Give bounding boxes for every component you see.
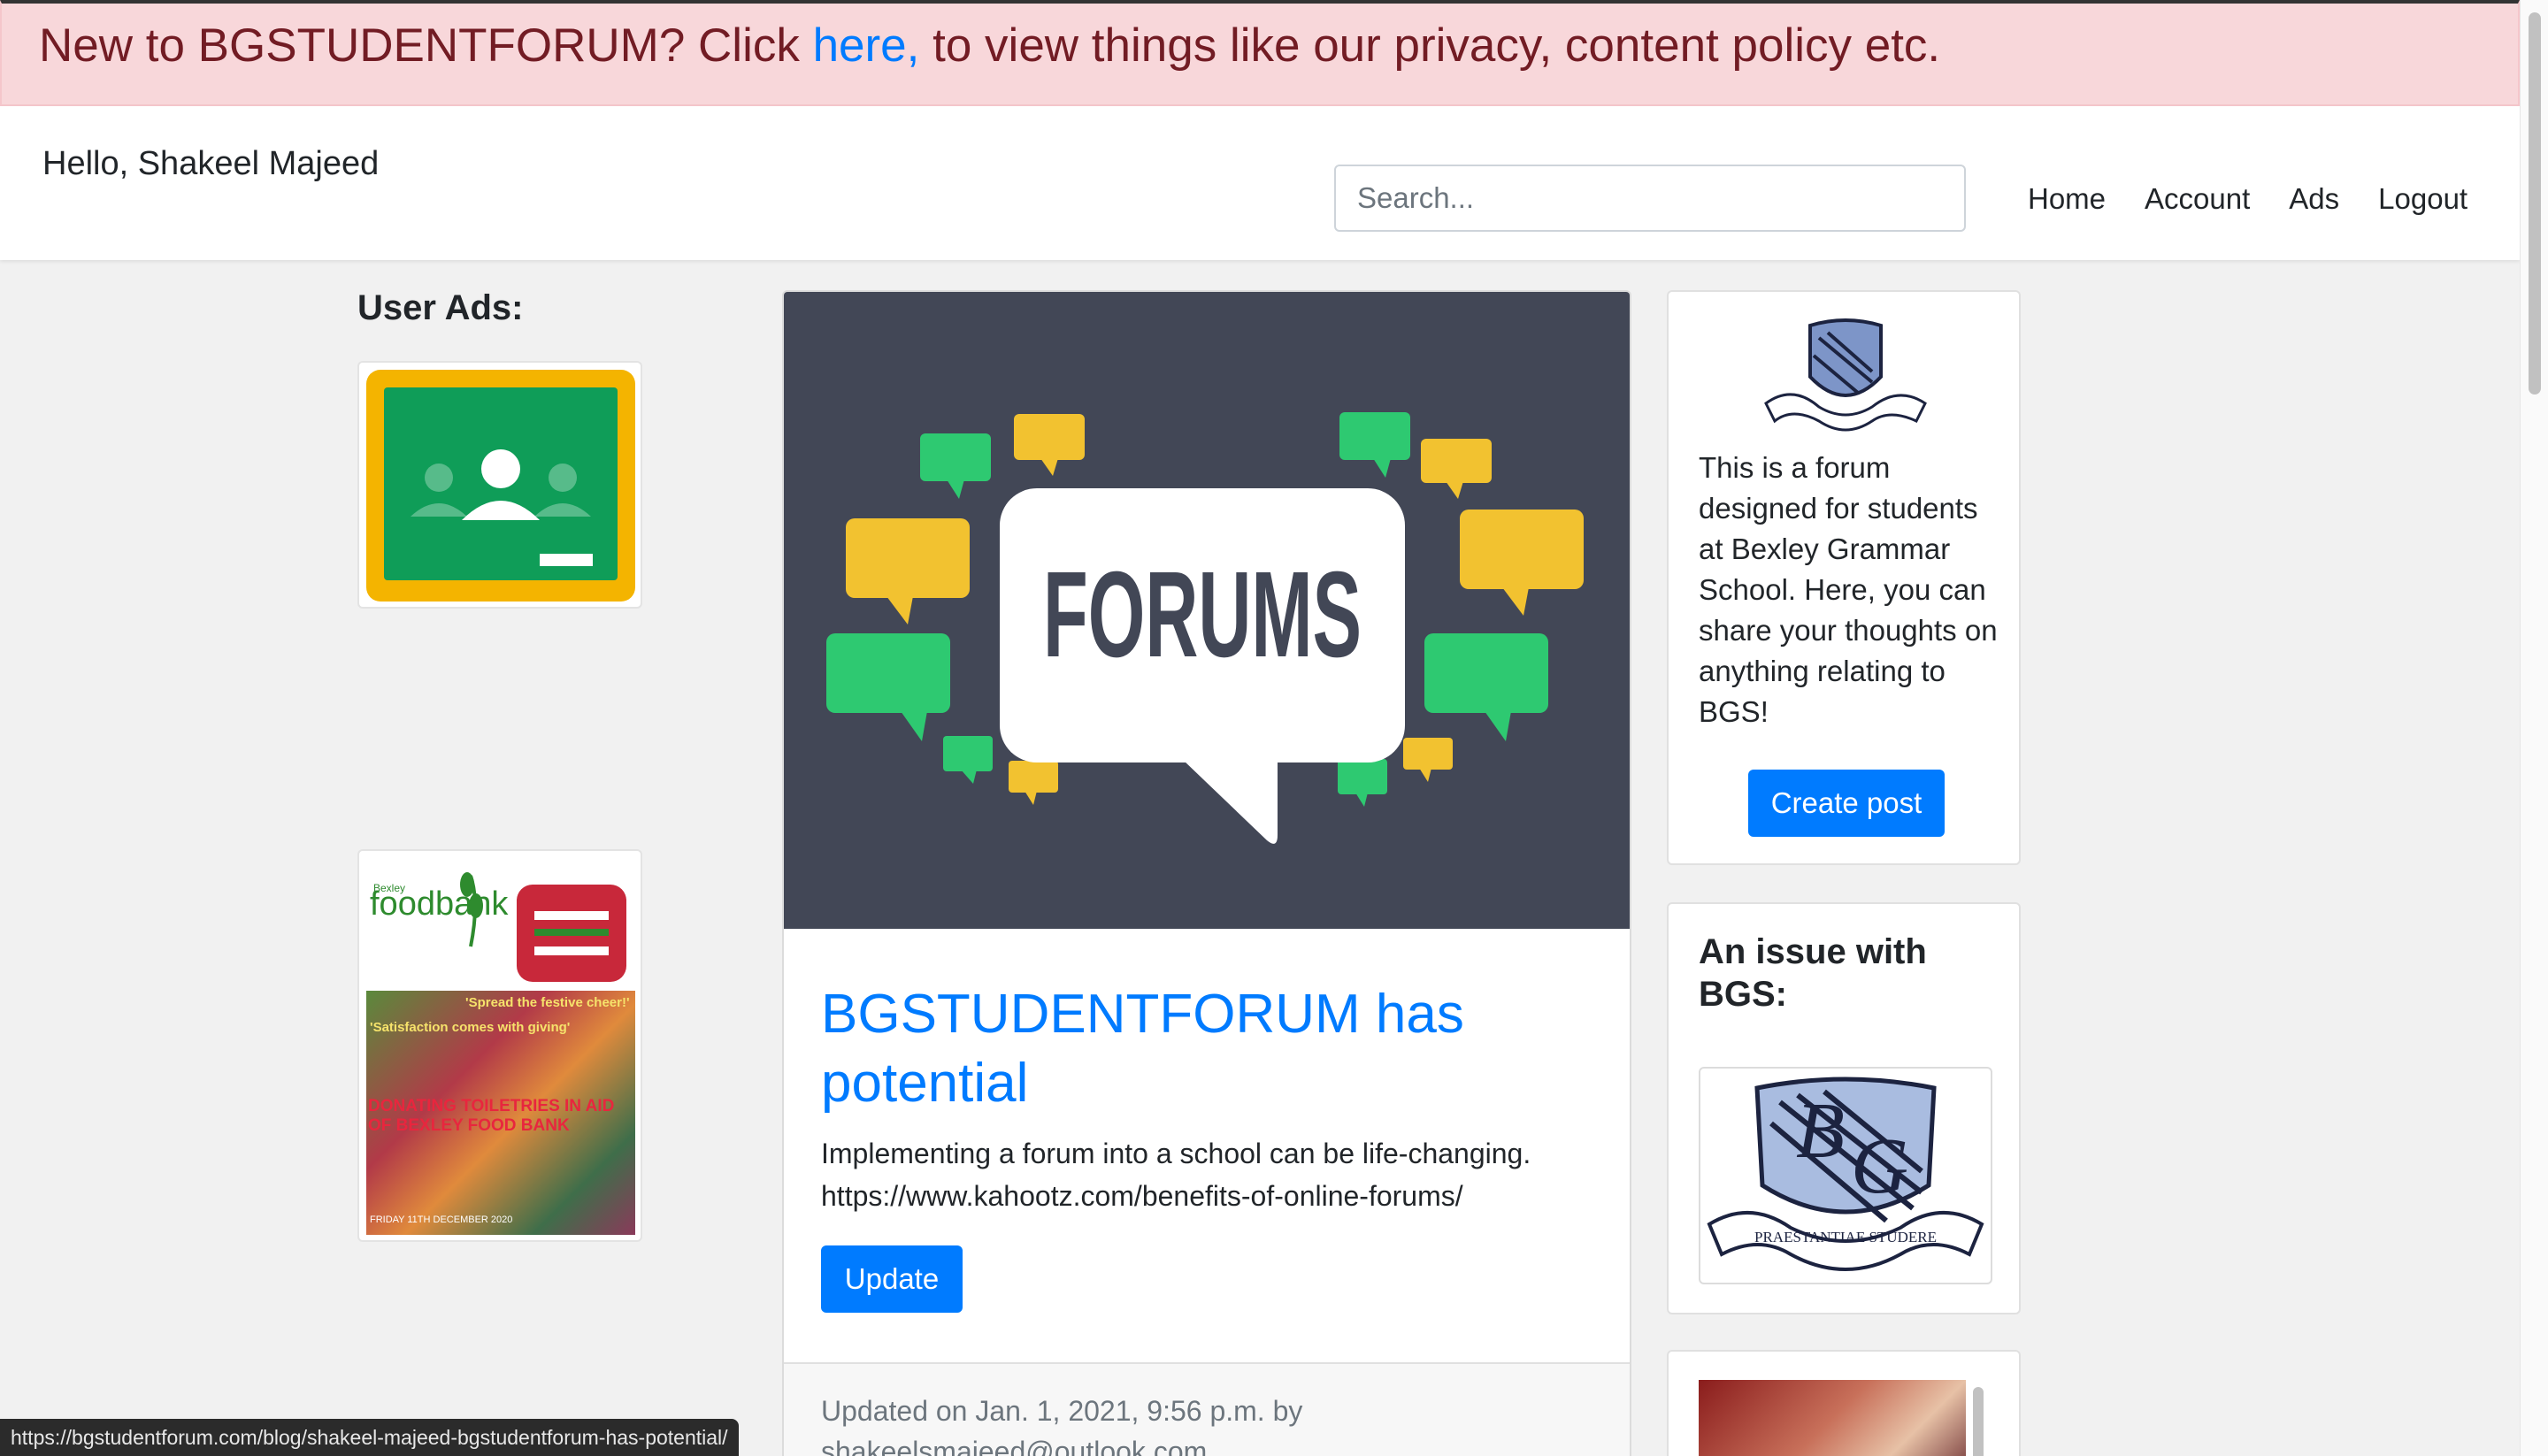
post-author-email: shakeelsmajeed@outlook.com: [821, 1436, 1208, 1456]
forums-image-text: FORUMS: [1043, 547, 1362, 683]
video-thumbnail[interactable]: [1699, 1380, 1966, 1456]
nav-home-link[interactable]: Home: [2008, 168, 2125, 230]
post-footer: Updated on Jan. 1, 2021, 9:56 p.m. by sh…: [784, 1362, 1630, 1456]
poster-slogan2: 'Satisfaction comes with giving': [370, 1020, 570, 1035]
svg-text:B: B: [1796, 1087, 1845, 1175]
post-body-line2: https://www.kahootz.com/benefits-of-onli…: [821, 1180, 1463, 1212]
post-body: Implementing a forum into a school can b…: [821, 1132, 1600, 1217]
link-status-bar: https://bgstudentforum.com/blog/shakeel-…: [0, 1419, 739, 1456]
video-card: [1667, 1350, 2021, 1456]
poster-footer: FRIDAY 11TH DECEMBER 2020: [370, 1215, 512, 1225]
school-crest-icon: [1757, 313, 1934, 435]
page-scrollbar[interactable]: [2520, 0, 2548, 1456]
ad-foodbank-poster[interactable]: Bexley foodbank 'Spread the festive chee…: [357, 849, 642, 1242]
ad-google-classroom[interactable]: [357, 361, 642, 609]
crest-motto: PRAESTANTIAE STUDERE: [1754, 1229, 1937, 1245]
info-banner: New to BGSTUDENTFORUM? Click here, to vi…: [0, 0, 2520, 106]
user-ads-heading: User Ads:: [357, 288, 524, 327]
banner-here-link[interactable]: here,: [813, 19, 920, 72]
about-card: This is a forum designed for students at…: [1667, 290, 2021, 865]
banner-suffix: to view things like our privacy, content…: [919, 19, 1941, 72]
poster-slogan1: 'Spread the festive cheer!': [465, 995, 630, 1010]
nav-account-link[interactable]: Account: [2125, 168, 2269, 230]
issue-card: An issue with BGS: B G PRAESTANTIAE STUD…: [1667, 902, 2021, 1314]
poster-brand: foodbank: [370, 885, 509, 923]
nav-logout-link[interactable]: Logout: [2359, 168, 2487, 230]
poster-headline: DONATING TOILETRIES IN AID OF BEXLEY FOO…: [368, 1097, 615, 1135]
issue-ad-crest[interactable]: B G PRAESTANTIAE STUDERE: [1699, 1067, 1992, 1284]
post-title-link[interactable]: BGSTUDENTFORUM has potential: [821, 980, 1582, 1118]
post-updated-line: Updated on Jan. 1, 2021, 9:56 p.m. by: [821, 1395, 1303, 1427]
svg-text:G: G: [1851, 1123, 1908, 1210]
banner-prefix: New to BGSTUDENTFORUM? Click: [39, 19, 813, 72]
create-post-button[interactable]: Create post: [1748, 770, 1945, 837]
post-body-line1: Implementing a forum into a school can b…: [821, 1138, 1531, 1169]
navbar: Hello, Shakeel Majeed Home Account Ads L…: [0, 106, 2520, 260]
nav-links: Home Account Ads Logout: [2008, 168, 2487, 230]
search-input[interactable]: [1334, 165, 1966, 232]
post-meta: Updated on Jan. 1, 2021, 9:56 p.m. by sh…: [821, 1391, 1440, 1456]
forums-banner-image: FORUMS: [784, 292, 1630, 929]
user-greeting: Hello, Shakeel Majeed: [42, 145, 380, 182]
forum-description: This is a forum designed for students at…: [1699, 451, 1998, 728]
google-classroom-icon: [366, 370, 635, 602]
update-button[interactable]: Update: [821, 1245, 963, 1313]
post-card: FORUMS BGSTUDENTFORUM has potential Impl…: [782, 290, 1631, 1456]
nav-ads-link[interactable]: Ads: [2269, 168, 2359, 230]
foodbank-poster-image: Bexley foodbank 'Spread the festive chee…: [366, 858, 635, 1235]
page-scroll-thumb[interactable]: [2529, 12, 2541, 395]
issue-heading: An issue with BGS:: [1699, 932, 1927, 1014]
video-card-scrollbar[interactable]: [1973, 1387, 1984, 1456]
